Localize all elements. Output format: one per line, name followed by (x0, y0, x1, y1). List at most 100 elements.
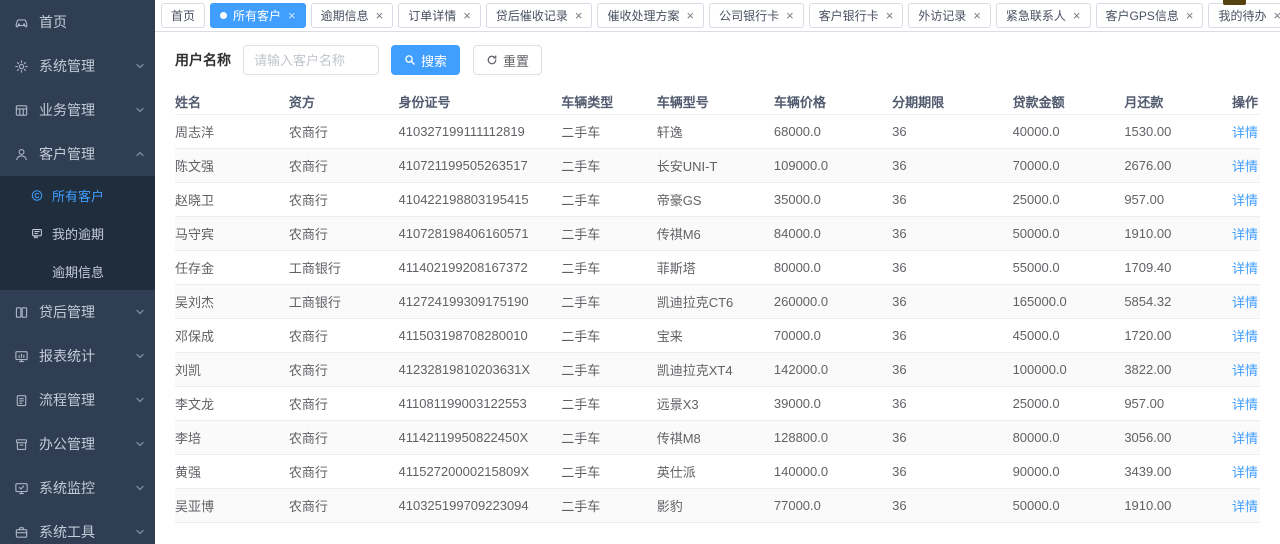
table-cell: 36 (892, 420, 1012, 454)
column-header: 资方 (289, 89, 399, 114)
table-cell: 任存金 (175, 250, 289, 284)
tab-label: 客户GPS信息 (1106, 7, 1179, 24)
table-cell: 吴亚博 (175, 488, 289, 522)
close-icon[interactable]: × (1186, 9, 1194, 22)
table-cell: 410327199111112819 (399, 114, 562, 148)
sidebar-item[interactable]: 流程管理 (0, 378, 155, 422)
detail-link[interactable]: 详情 (1232, 397, 1258, 412)
table-cell: 二手车 (561, 488, 656, 522)
close-icon[interactable]: × (463, 9, 471, 22)
search-input[interactable] (243, 45, 379, 75)
close-icon[interactable]: × (886, 9, 894, 22)
detail-link[interactable]: 详情 (1232, 159, 1258, 174)
close-icon[interactable]: × (786, 9, 794, 22)
sidebar-item[interactable]: 报表统计 (0, 334, 155, 378)
tab[interactable]: 公司银行卡× (709, 3, 804, 28)
table-cell: 260000.0 (774, 284, 892, 318)
sidebar-item[interactable]: 业务管理 (0, 88, 155, 132)
table-cell: 41142119950822450X (399, 420, 562, 454)
action-cell: 详情 (1227, 386, 1260, 420)
detail-link[interactable]: 详情 (1232, 295, 1258, 310)
sidebar-item[interactable]: 首页 (0, 0, 155, 44)
tab-label: 首页 (171, 7, 195, 24)
tab[interactable]: 紧急联系人 × (996, 3, 1091, 28)
tab[interactable]: 贷后催收记录× (486, 3, 593, 28)
table-cell: 1720.00 (1124, 318, 1227, 352)
table-cell: 45000.0 (1013, 318, 1125, 352)
search-button[interactable]: 搜索 (391, 45, 460, 75)
tab[interactable]: 订单详情 × (398, 3, 481, 28)
user-icon (14, 146, 30, 162)
column-header: 操作 (1227, 89, 1260, 114)
sidebar-item-label: 首页 (39, 12, 145, 32)
sidebar-item[interactable]: 系统管理 (0, 44, 155, 88)
sidebar-item[interactable]: 系统工具 (0, 510, 155, 544)
tab[interactable]: 外访记录× (908, 3, 991, 28)
close-icon[interactable]: × (288, 9, 296, 22)
detail-link[interactable]: 详情 (1232, 363, 1258, 378)
table-cell: 36 (892, 318, 1012, 352)
close-icon[interactable]: × (376, 9, 384, 22)
table-cell: 轩逸 (657, 114, 774, 148)
tab-label: 所有客户 (233, 7, 281, 24)
close-icon[interactable]: × (1073, 9, 1081, 22)
table-cell: 赵晓卫 (175, 182, 289, 216)
table-cell (399, 522, 562, 544)
table-cell: 80000.0 (1013, 420, 1125, 454)
chevron-down-icon (135, 351, 145, 361)
sidebar-subitem[interactable]: 我的逾期 (0, 214, 155, 252)
tab[interactable]: 逾期信息× (311, 3, 394, 28)
tab[interactable]: 我的待办× (1208, 3, 1280, 28)
sidebar-item-label: 系统管理 (39, 56, 135, 76)
detail-link[interactable]: 详情 (1232, 499, 1258, 514)
action-cell: 详情 (1227, 284, 1260, 318)
detail-link[interactable]: 详情 (1232, 227, 1258, 242)
table-cell (774, 522, 892, 544)
table-cell: 工商银行 (289, 284, 399, 318)
avatar[interactable] (1223, 0, 1246, 5)
close-icon[interactable]: × (575, 9, 583, 22)
detail-link[interactable]: 详情 (1232, 431, 1258, 446)
tab[interactable]: 催收处理方案× (597, 3, 704, 28)
car-icon (14, 14, 30, 30)
reset-button[interactable]: 重置 (473, 45, 542, 75)
tab-label: 紧急联系人 (1006, 7, 1066, 24)
archive-icon (14, 436, 30, 452)
search-form: 用户名称 搜索 重置 (175, 45, 1260, 75)
close-icon[interactable]: × (686, 9, 694, 22)
sidebar-subitem[interactable]: 所有客户 (0, 176, 155, 214)
tab[interactable]: 客户银行卡× (809, 3, 904, 28)
close-icon[interactable]: × (973, 9, 981, 22)
sidebar-item-label: 贷后管理 (39, 302, 135, 322)
detail-link[interactable]: 详情 (1232, 125, 1258, 140)
sidebar: 首页系统管理业务管理客户管理所有客户我的逾期逾期信息贷后管理报表统计流程管理办公… (0, 0, 155, 544)
action-cell: 详情 (1227, 352, 1260, 386)
table-row: 邓保成农商行411503198708280010二手车宝来70000.03645… (175, 318, 1260, 352)
table-cell: 农商行 (289, 114, 399, 148)
table-row: 任存金工商银行411402199208167372二手车菲斯塔80000.036… (175, 250, 1260, 284)
sidebar-item[interactable]: 客户管理 (0, 132, 155, 176)
tab[interactable]: 所有客户 × (210, 3, 306, 28)
sidebar-item[interactable]: 贷后管理 (0, 290, 155, 334)
sidebar-item[interactable]: 办公管理 (0, 422, 155, 466)
column-header: 月还款 (1124, 89, 1227, 114)
action-cell: 详情 (1227, 114, 1260, 148)
close-icon[interactable]: × (1273, 9, 1280, 22)
detail-link[interactable]: 详情 (1232, 193, 1258, 208)
table-cell: 二手车 (561, 216, 656, 250)
tab-label: 订单详情 (408, 7, 456, 24)
detail-link[interactable]: 详情 (1232, 465, 1258, 480)
table-row: 赵晓卫农商行410422198803195415二手车帝豪GS35000.036… (175, 182, 1260, 216)
table-cell: 35000.0 (774, 182, 892, 216)
table-cell: 1709.40 (1124, 250, 1227, 284)
tab[interactable]: 客户GPS信息 × (1096, 3, 1204, 28)
sidebar-subitem[interactable]: 逾期信息 (0, 252, 155, 290)
detail-link[interactable]: 详情 (1232, 329, 1258, 344)
sidebar-item-label: 业务管理 (39, 100, 135, 120)
detail-link[interactable]: 详情 (1232, 261, 1258, 276)
table-cell: 二手车 (561, 114, 656, 148)
tab[interactable]: 首页 (161, 3, 205, 28)
table-cell: 帝豪GS (657, 182, 774, 216)
sidebar-item[interactable]: 系统监控 (0, 466, 155, 510)
content-area: 用户名称 搜索 重置 姓名资方身份证号车辆类型车辆型号车 (155, 32, 1280, 544)
